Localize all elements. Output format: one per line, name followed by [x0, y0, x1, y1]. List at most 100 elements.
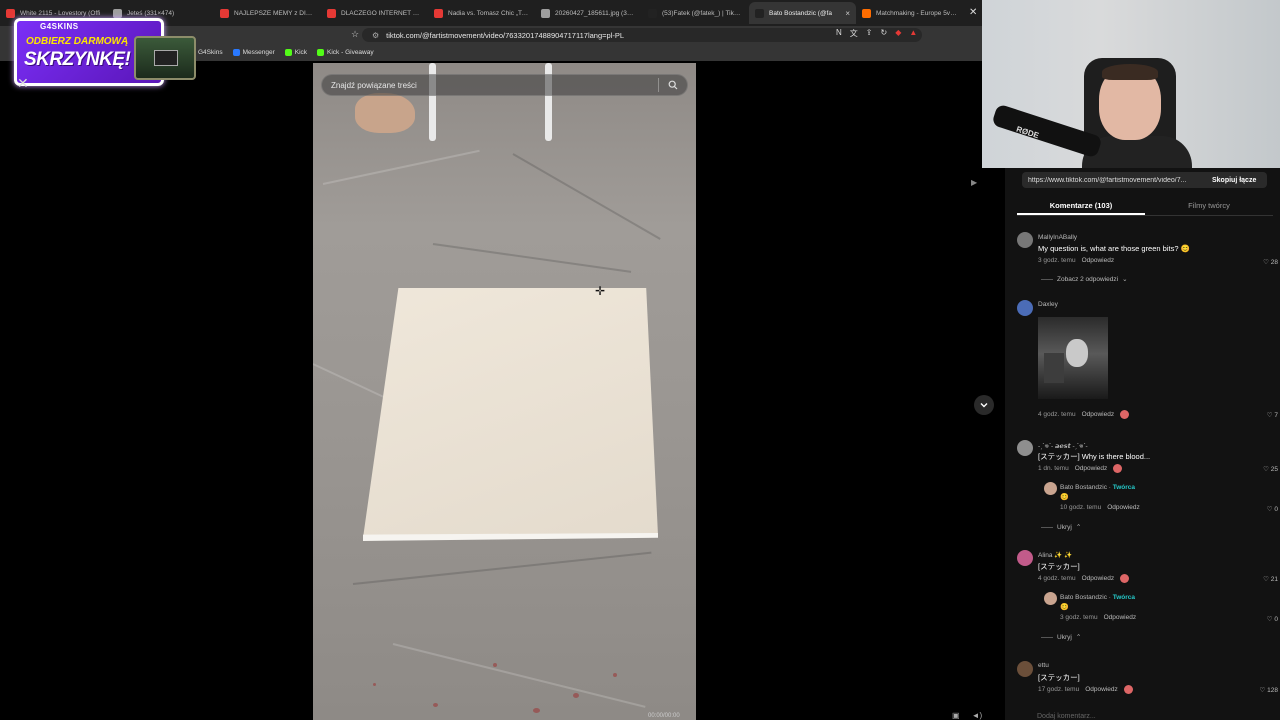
- close-tab-icon[interactable]: ×: [845, 9, 850, 18]
- streamer-hair: [1102, 64, 1158, 80]
- chevron-down-icon: ⌄: [1122, 276, 1128, 283]
- volume-icon[interactable]: ◄): [972, 711, 983, 720]
- tab-favicon-icon: [648, 8, 657, 18]
- avatar[interactable]: [1017, 661, 1033, 677]
- browser-tab[interactable]: 20260427_185611.jpg (3000×: [535, 2, 642, 24]
- tab-title: 20260427_185611.jpg (3000×: [555, 9, 636, 17]
- view-replies-button[interactable]: Zobacz 2 odpowiedzi ⌄: [1041, 275, 1128, 283]
- share-url[interactable]: https://www.tiktok.com/@fartistmovement/…: [1022, 177, 1204, 184]
- tab-favicon-icon: [541, 8, 550, 18]
- like-button[interactable]: ♡ 21: [1263, 575, 1278, 583]
- related-search-bar[interactable]: Znajdź powiązane treści: [321, 74, 688, 96]
- comment-meta: 4 godz. temu Odpowiedz: [1038, 410, 1130, 419]
- tab-title: Matchmaking - Europe 5v5 Cl: [876, 9, 957, 17]
- site-settings-icon[interactable]: ⚙: [372, 31, 379, 40]
- foot: [355, 93, 415, 133]
- reply-button[interactable]: Odpowiedz: [1082, 257, 1115, 264]
- bookmark-item[interactable]: Messenger: [232, 49, 275, 56]
- video-player[interactable]: [313, 63, 696, 720]
- tab-favicon-icon: [434, 8, 443, 18]
- browser-tab[interactable]: (53)Fatek (@fatek_) | TikTok: [642, 2, 749, 24]
- bookmark-item[interactable]: Kick - Giveaway: [317, 49, 374, 56]
- like-button[interactable]: ♡ 128: [1260, 686, 1279, 694]
- heart-icon: ♡: [1263, 576, 1269, 583]
- extension-icon[interactable]: N: [836, 28, 842, 39]
- reply-button[interactable]: Odpowiedz: [1082, 411, 1115, 418]
- comment-input[interactable]: Dodaj komentarz...: [1017, 709, 1275, 720]
- copy-link-button[interactable]: Skopiuj łącze: [1212, 177, 1256, 184]
- share-icon[interactable]: ⇪: [866, 28, 873, 39]
- avatar[interactable]: [1017, 232, 1033, 248]
- comment-username[interactable]: MallyInABally: [1038, 234, 1077, 241]
- comment-text: [ステッカー] Why is there blood...: [1038, 452, 1151, 461]
- comment-username[interactable]: ettu: [1038, 662, 1049, 669]
- creator-liked-avatar: [1113, 464, 1123, 473]
- promo-banner[interactable]: G4SKINS ODBIERZ DARMOWĄ SKRZYNKĘ!: [14, 14, 200, 88]
- close-video-icon[interactable]: ✕: [17, 75, 29, 92]
- like-count: 0: [1274, 616, 1278, 623]
- heart-icon: ♡: [1266, 412, 1273, 419]
- hide-replies-button[interactable]: Ukryj ⌃: [1041, 633, 1081, 641]
- view-replies-label: Zobacz 2 odpowiedzi: [1057, 275, 1119, 283]
- reply-button[interactable]: Odpowiedz: [1104, 614, 1137, 621]
- comment-text: My question is, what are those green bit…: [1038, 244, 1190, 253]
- like-button[interactable]: ♡ 7: [1267, 411, 1278, 419]
- browser-tab[interactable]: Nadia vs. Tomasz Chic „Ty ku: [428, 2, 535, 24]
- bookmark-favicon-icon: [232, 49, 240, 56]
- comment-image[interactable]: [1038, 317, 1108, 399]
- comment-text: [ステッカー]: [1038, 673, 1080, 682]
- bookmark-item[interactable]: Kick: [284, 49, 307, 56]
- next-video-button[interactable]: [974, 395, 994, 415]
- avatar[interactable]: [1017, 440, 1033, 456]
- paint-speck: [433, 703, 438, 707]
- tab-creator-videos[interactable]: Filmy twórcy: [1145, 196, 1273, 215]
- reply-username[interactable]: Bato Bostandzic · Twórca: [1060, 484, 1135, 491]
- creator-avatar[interactable]: [1044, 592, 1057, 605]
- browser-tab[interactable]: Bato Bostandzic (@fa ×: [749, 2, 856, 24]
- comment-username[interactable]: Alina ✨ ✨: [1038, 551, 1072, 559]
- like-button[interactable]: ♡ 25: [1263, 465, 1278, 473]
- paint-speck: [573, 693, 579, 698]
- camera-shape: [1044, 353, 1064, 383]
- rewards-icon[interactable]: ▲: [909, 28, 917, 39]
- chevron-down-icon: [980, 403, 988, 408]
- reply-button[interactable]: Odpowiedz: [1085, 686, 1118, 693]
- tab-favicon-icon: [862, 8, 871, 18]
- comment-input-placeholder: Dodaj komentarz...: [1037, 712, 1096, 720]
- like-button[interactable]: ♡ 0: [1267, 505, 1278, 513]
- reload-icon[interactable]: ↻: [880, 28, 887, 39]
- reply-username[interactable]: Bato Bostandzic · Twórca: [1060, 594, 1135, 601]
- reply-button[interactable]: Odpowiedz: [1082, 575, 1115, 582]
- comment-meta: 4 godz. temu Odpowiedz: [1038, 574, 1130, 583]
- avatar[interactable]: [1017, 300, 1033, 316]
- creator-avatar[interactable]: [1044, 482, 1057, 495]
- tab-favicon-icon: [755, 8, 764, 18]
- tab-comments[interactable]: Komentarze (103): [1017, 196, 1145, 215]
- comment-username[interactable]: Daxley: [1038, 301, 1058, 308]
- comment-meta: 1 dn. temu Odpowiedz: [1038, 464, 1123, 473]
- reply-button[interactable]: Odpowiedz: [1075, 465, 1108, 472]
- brave-shield-icon[interactable]: ◆: [895, 28, 901, 39]
- tab-title: NAJLEPSZE MEMY z DISEM...: [234, 9, 315, 17]
- avatar[interactable]: [1017, 550, 1033, 566]
- divider: [1041, 526, 1053, 528]
- browser-tab[interactable]: DLACZEGO INTERNET GO ZN: [321, 2, 428, 24]
- like-button[interactable]: ♡ 28: [1263, 258, 1278, 266]
- window-close-icon[interactable]: ✕: [969, 7, 977, 18]
- comment-username[interactable]: -ˏˋ𖦹ˊ- 𝙖𝙚𝙨𝙩 -ˏˋ𖦹ˊ-: [1038, 441, 1088, 450]
- hide-replies-label: Ukryj: [1057, 633, 1072, 641]
- bookmark-star-icon[interactable]: ☆: [351, 29, 359, 40]
- fabric-fold: [432, 243, 632, 273]
- search-icon[interactable]: [668, 80, 678, 90]
- translate-icon[interactable]: 文: [850, 28, 858, 39]
- hide-replies-button[interactable]: Ukryj ⌃: [1041, 523, 1081, 531]
- captions-icon[interactable]: ▣: [952, 711, 960, 720]
- like-button[interactable]: ♡ 0: [1267, 615, 1278, 623]
- screen: White 2115 - Lovestory (Offi Jeteś (331×4…: [0, 0, 1280, 720]
- video-time: 00:00/00:00: [648, 713, 680, 719]
- reply-button[interactable]: Odpowiedz: [1107, 504, 1140, 511]
- tab-favicon-icon: [220, 8, 229, 18]
- reply-text: 😊: [1060, 494, 1069, 501]
- browser-tab[interactable]: Matchmaking - Europe 5v5 Cl: [856, 2, 963, 24]
- browser-tab[interactable]: NAJLEPSZE MEMY z DISEM...: [214, 2, 321, 24]
